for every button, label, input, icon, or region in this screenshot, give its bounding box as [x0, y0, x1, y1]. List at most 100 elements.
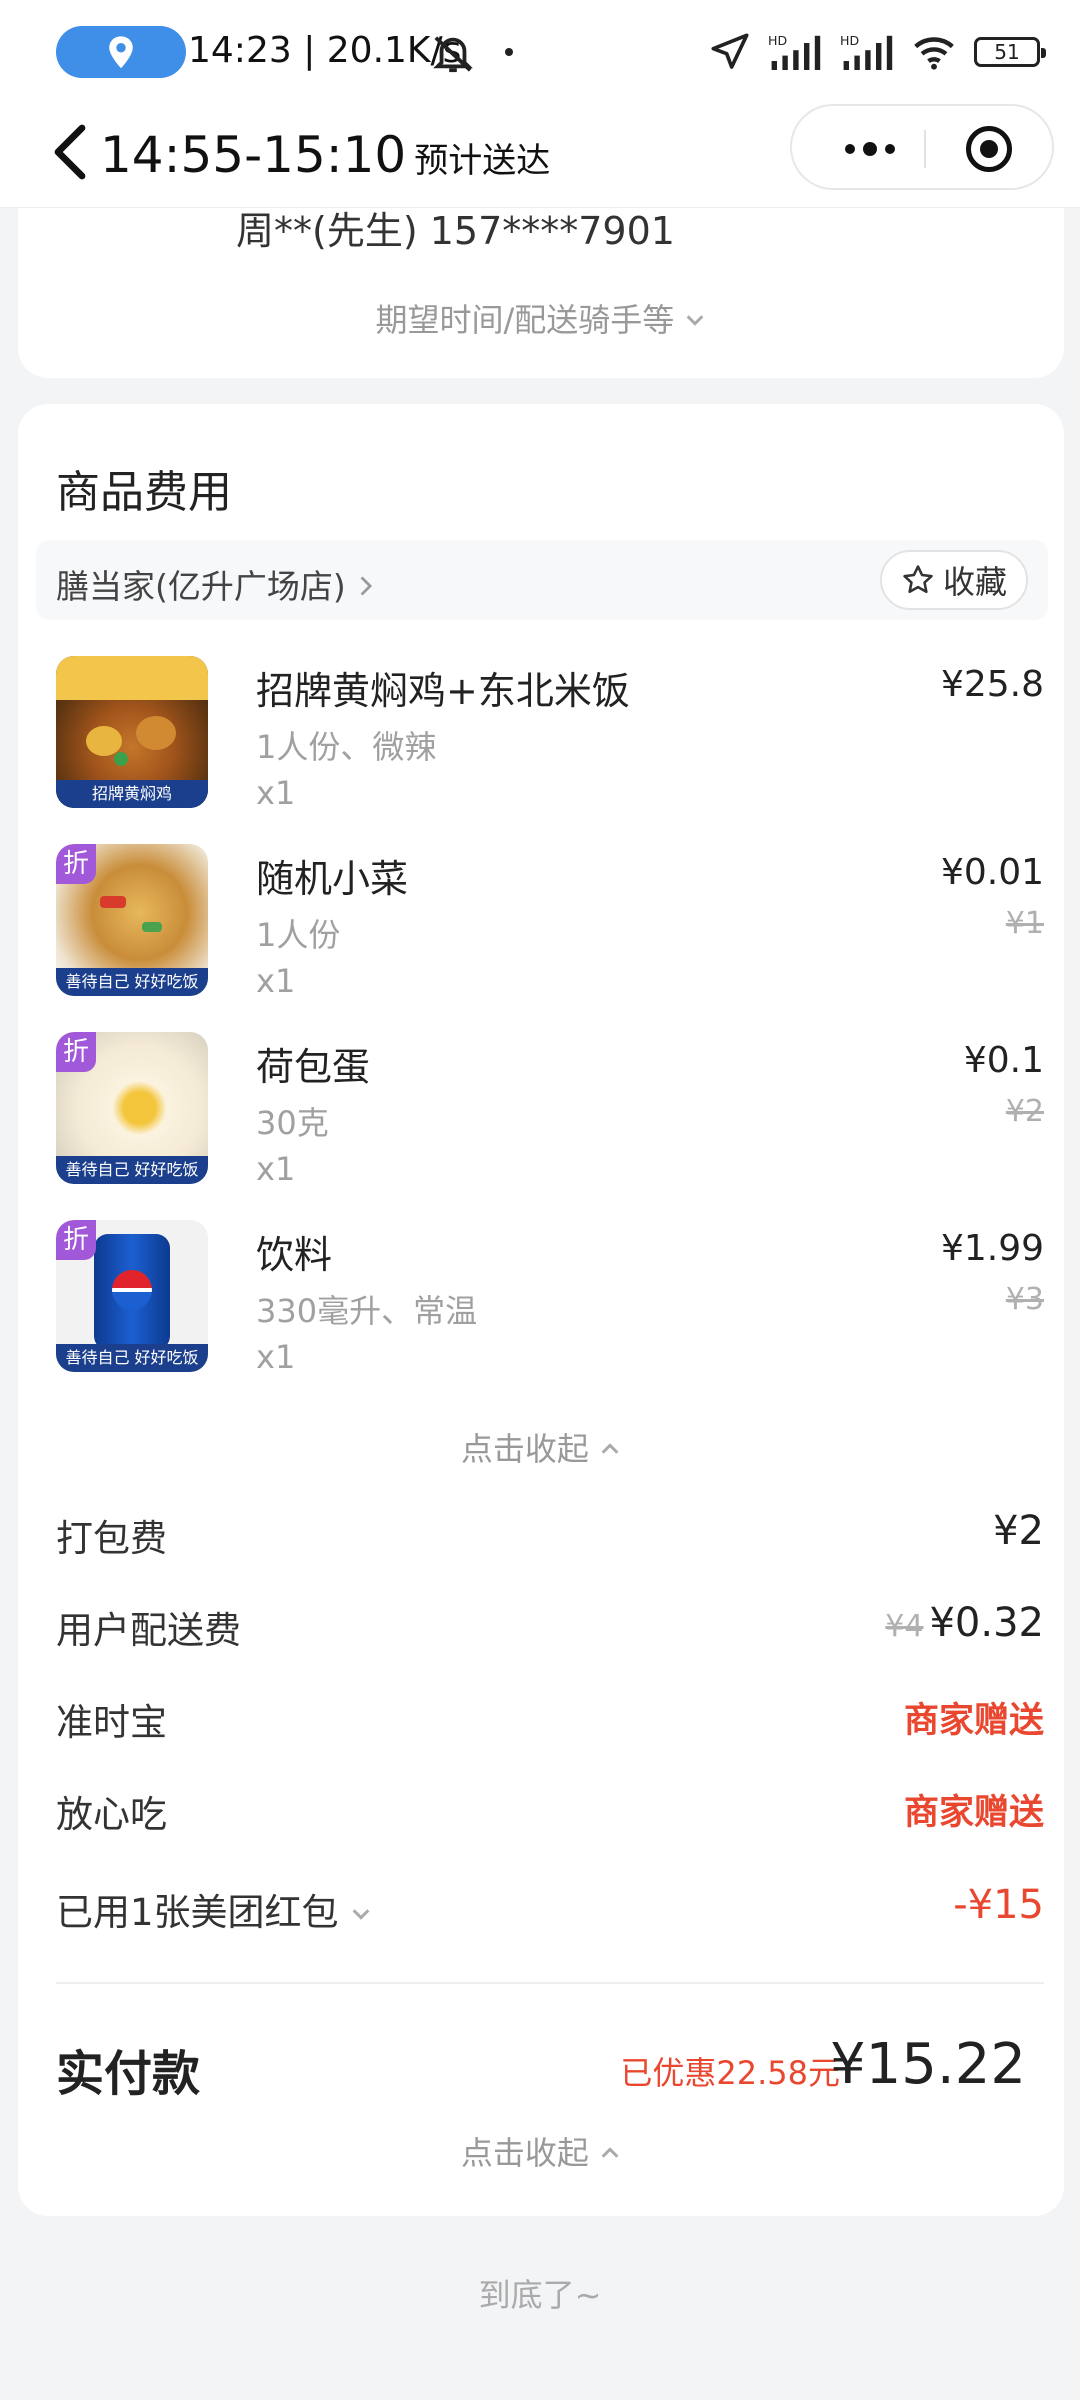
delivery-price: ¥0.32	[929, 1600, 1044, 1646]
fee-label: 用户配送费	[56, 1609, 241, 1652]
back-arrow-icon[interactable]	[50, 122, 90, 182]
item-price: ¥0.1	[963, 1040, 1044, 1081]
item-price: ¥25.8	[940, 664, 1044, 705]
close-miniprogram-button[interactable]	[966, 126, 1012, 172]
shop-link[interactable]: 膳当家(亿升广场店)	[56, 560, 374, 608]
eta-title: 14:55-15:10 预计送达	[100, 126, 550, 184]
item-qty: x1	[256, 1150, 296, 1188]
battery-icon: 51	[974, 37, 1046, 67]
dot	[845, 144, 855, 154]
miniprogram-capsule	[790, 104, 1054, 190]
wifi-icon	[914, 37, 954, 70]
eta-suffix: 预计送达	[414, 141, 551, 181]
favorite-label: 收藏	[942, 563, 1007, 601]
discount-tag: 折	[56, 1220, 96, 1260]
delivery-fee-row: 用户配送费 ¥4 ¥0.32	[56, 1600, 1044, 1660]
capsule-divider	[924, 130, 926, 168]
location-pin-icon	[109, 36, 133, 69]
garnish	[100, 896, 126, 908]
end-of-list-note: 到底了~	[478, 2276, 602, 2314]
fee-value: 商家赠送	[903, 1793, 1044, 1833]
item-original-price: ¥2	[1005, 1094, 1044, 1129]
fee-label: 放心吃	[56, 1793, 167, 1836]
coupon-value: -¥15	[953, 1882, 1044, 1928]
signal-hd-icon: HD	[768, 33, 821, 70]
mute-bell-icon	[433, 36, 473, 73]
garnish	[142, 922, 162, 932]
expect-time-link[interactable]: 期望时间/配送骑手等	[18, 295, 1064, 341]
shop-name: 膳当家(亿升广场店)	[56, 567, 346, 606]
status-bar: 14:23 | 20.1K/s HD HD 51	[0, 0, 1080, 104]
item-spec: 330毫升、常温	[256, 1292, 478, 1330]
divider	[56, 1982, 1044, 1984]
ontime-row: 准时宝 商家赠送	[56, 1692, 1044, 1752]
coupon-row[interactable]: 已用1张美团红包 -¥15	[56, 1882, 1044, 1942]
fee-value: 商家赠送	[903, 1701, 1044, 1741]
image-caption: 善待自己 好好吃饭	[56, 1156, 208, 1184]
expect-time-label: 期望时间/配送骑手等	[375, 301, 675, 339]
discount-tag: 折	[56, 844, 96, 884]
item-spec: 1人份、微辣	[256, 728, 437, 766]
delivery-original-price: ¥4	[885, 1609, 924, 1644]
chevron-up-icon	[601, 1443, 619, 1454]
item-original-price: ¥3	[1005, 1282, 1044, 1317]
total-amount: ¥15.22	[830, 2032, 1026, 2097]
status-dot	[505, 48, 513, 56]
fee-value: ¥2	[993, 1508, 1044, 1554]
list-item[interactable]: 善待自己 好好吃饭 折 荷包蛋 30克 x1 ¥0.1 ¥2	[56, 1032, 1044, 1192]
collapse-items-link[interactable]: 点击收起	[18, 1424, 1064, 1470]
item-original-price: ¥1	[1005, 906, 1044, 941]
item-qty: x1	[256, 962, 296, 1000]
image-caption: 善待自己 好好吃饭	[56, 1344, 208, 1372]
total-label: 实付款	[56, 2046, 201, 2102]
eta-time: 14:55-15:10	[100, 126, 407, 184]
status-time-speed: 14:23 | 20.1K/s	[188, 30, 462, 71]
chevron-down-icon	[687, 315, 704, 326]
item-name: 招牌黄焖鸡+东北米饭	[256, 669, 630, 713]
food-image: 善待自己 好好吃饭 折	[56, 1220, 208, 1372]
collapse-label: 点击收起	[460, 2134, 589, 2172]
dot	[863, 142, 877, 156]
image-caption: 招牌黄焖鸡	[56, 780, 208, 808]
collapse-label: 点击收起	[460, 1430, 589, 1468]
food-chunk	[86, 726, 122, 756]
list-item[interactable]: 善待自己 好好吃饭 折 随机小菜 1人份 x1 ¥0.01 ¥1	[56, 844, 1044, 1004]
image-caption: 善待自己 好好吃饭	[56, 968, 208, 996]
svg-text:HD: HD	[840, 33, 859, 48]
food-image: 招牌黄焖鸡	[56, 656, 208, 808]
more-menu-button[interactable]	[830, 106, 910, 192]
packing-fee-row: 打包费 ¥2	[56, 1508, 1044, 1568]
navigation-arrow-icon	[711, 33, 749, 69]
list-item[interactable]: 善待自己 好好吃饭 折 饮料 330毫升、常温 x1 ¥1.99 ¥3	[56, 1220, 1044, 1380]
shop-bar: 膳当家(亿升广场店) 收藏	[36, 540, 1048, 620]
image-top-band	[56, 656, 208, 700]
safe-eat-row: 放心吃 商家赠送	[56, 1784, 1044, 1844]
item-price: ¥0.01	[940, 852, 1044, 893]
svg-text:HD: HD	[768, 33, 787, 48]
food-image: 善待自己 好好吃饭 折	[56, 1032, 208, 1184]
fee-card: 商品费用 膳当家(亿升广场店) 收藏 招牌黄焖鸡 招牌黄焖鸡+东北米饭 1人份、…	[18, 404, 1064, 2216]
item-qty: x1	[256, 1338, 296, 1376]
item-price: ¥1.99	[940, 1228, 1044, 1269]
item-name: 随机小菜	[256, 857, 409, 901]
garnish	[114, 752, 128, 766]
item-spec: 30克	[256, 1104, 329, 1142]
star-icon	[903, 565, 933, 594]
item-name: 饮料	[256, 1233, 333, 1277]
list-item[interactable]: 招牌黄焖鸡 招牌黄焖鸡+东北米饭 1人份、微辣 x1 ¥25.8	[56, 656, 1044, 816]
fee-label: 已用1张美团红包	[56, 1882, 372, 1936]
food-image: 善待自己 好好吃饭 折	[56, 844, 208, 996]
section-title: 商品费用	[56, 467, 232, 518]
favorite-button[interactable]: 收藏	[880, 550, 1028, 610]
coupon-label: 已用1张美团红包	[56, 1891, 339, 1934]
location-indicator	[56, 26, 186, 78]
saved-amount: 已优惠22.58元	[620, 2054, 840, 2092]
chevron-down-icon	[352, 1909, 370, 1920]
nav-header: 14:55-15:10 预计送达	[0, 104, 1080, 208]
collapse-fees-link[interactable]: 点击收起	[18, 2128, 1064, 2174]
soda-logo	[112, 1270, 152, 1310]
signal-hd-icon-2: HD	[840, 33, 893, 70]
chevron-up-icon	[601, 2147, 619, 2158]
item-spec: 1人份	[256, 916, 341, 954]
contact-info: 周**(先生) 157****7901	[236, 209, 675, 253]
